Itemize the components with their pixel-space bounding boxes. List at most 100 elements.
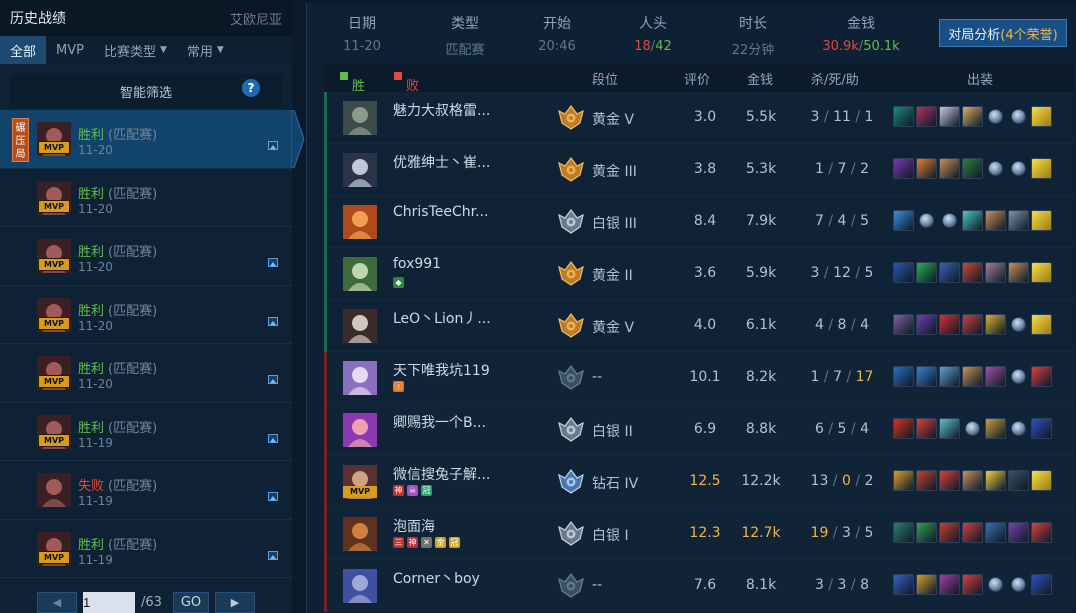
kda-value: 13 / 0 / 2: [792, 473, 892, 489]
match-mode: (匹配赛): [108, 186, 158, 202]
match-item[interactable]: 碾压局 MVP 胜利 (匹配赛) 11-20: [0, 110, 292, 169]
kills-value: 18/42: [625, 39, 681, 54]
player-name[interactable]: 魅力大叔格雷...: [393, 100, 490, 120]
match-result: 失败 (匹配赛): [78, 475, 157, 494]
item-icon: [893, 158, 914, 179]
trinket-icon: [1011, 577, 1026, 592]
honor-badge-icon: 冠: [421, 485, 432, 496]
player-row[interactable]: 魅力大叔格雷... 黄金 V 3.0 5.5k 3 / 11 / 1: [324, 92, 1074, 144]
rank-label: 白银 II: [592, 424, 633, 440]
next-page-button[interactable]: ▶: [215, 592, 255, 613]
rating-value: 10.1: [689, 369, 721, 385]
champion-avatar: [343, 101, 377, 135]
kda-a: 5: [860, 213, 869, 229]
smart-filter-label: 智能筛选: [119, 85, 172, 101]
player-row[interactable]: 优雅绅士丶崔... 黄金 III 3.8 5.3k 1 / 7 / 2: [324, 144, 1074, 196]
player-name[interactable]: LeO丶Lion丿...: [393, 308, 491, 328]
player-row[interactable]: Corner丶boy -- 7.6 8.1k 3 / 3 / 8: [324, 560, 1074, 612]
player-row[interactable]: 天下唯我坑119 ⓢ -- 10.1 8.2k 1 / 7 / 17: [324, 352, 1074, 404]
history-panel: 历史战绩 艾欧尼亚 全部 MVP 比赛类型 ▼ 常用 ▼ 智能筛选 ? 碾压局 MVP 胜利(…: [0, 0, 292, 613]
match-result: 胜利 (匹配赛): [78, 241, 157, 260]
item-icon: [1031, 522, 1052, 543]
honor-badge-icon: 神: [393, 485, 404, 496]
match-item[interactable]: MVP 胜利 (匹配赛) 11-20: [0, 344, 292, 403]
player-name[interactable]: 天下唯我坑119: [393, 360, 490, 380]
player-name[interactable]: 优雅绅士丶崔...: [393, 152, 490, 172]
player-row[interactable]: MVP 微信搜兔子解... 神 ☠ 冠 钻石 IV 12.5 12.2k 13 / 0 / 2: [324, 456, 1074, 508]
page-input[interactable]: [83, 592, 135, 613]
honor-badge-icon: 三: [393, 537, 404, 548]
player-row[interactable]: LeO丶Lion丿... 黄金 V 4.0 6.1k 4 / 8 / 4: [324, 300, 1074, 352]
player-row[interactable]: 卿赐我一个B... 白银 II 6.9 8.8k 6 / 5 / 4: [324, 404, 1074, 456]
item-icon: [939, 314, 960, 335]
rank-emblem-icon: [557, 311, 585, 339]
screenshot-icon[interactable]: [268, 316, 278, 326]
match-item[interactable]: 失败 (匹配赛) 11-19: [0, 461, 292, 520]
item-icon: [939, 418, 960, 439]
result-label: 胜利: [78, 362, 105, 377]
ward-icon: [1031, 262, 1052, 283]
champion-avatar: [343, 257, 377, 291]
gold-value: 8.8k: [745, 421, 777, 437]
filter-tab-0[interactable]: 全部: [0, 36, 47, 64]
rating-value: 8.4: [693, 213, 717, 229]
go-button[interactable]: GO: [173, 592, 209, 613]
items-slots: [893, 314, 1052, 335]
screenshot-icon[interactable]: [268, 258, 278, 267]
kda-separator: /: [846, 317, 861, 333]
date-value: 11-20: [343, 39, 381, 54]
screenshot-icon[interactable]: [268, 375, 278, 384]
match-item[interactable]: MVP 胜利 (匹配赛) 11-19: [0, 520, 292, 578]
item-icon: [939, 106, 960, 127]
match-result: 胜利 (匹配赛): [78, 534, 157, 553]
player-row[interactable]: ChrisTeeChr... 白银 III 8.4 7.9k 7 / 4 / 5: [324, 196, 1074, 248]
item-icon: [962, 314, 983, 335]
player-name[interactable]: 泡面海: [393, 516, 435, 536]
filter-tab-1[interactable]: MVP: [46, 36, 94, 64]
screenshot-icon[interactable]: [268, 550, 278, 560]
screenshot-icon[interactable]: [268, 492, 278, 501]
player-name[interactable]: ChrisTeeChr...: [393, 204, 488, 220]
item-icon: [939, 470, 960, 491]
player-name[interactable]: fox991: [393, 256, 441, 272]
player-name[interactable]: 卿赐我一个B...: [393, 412, 486, 432]
match-analysis-button[interactable]: 对局分析 (4个荣誉): [939, 19, 1067, 47]
rank-emblem-icon: [557, 415, 585, 443]
kda-k: 6: [814, 421, 824, 437]
player-row[interactable]: 泡面海三神 ✕ 金冠 白银 I 12.3 12.7k 19 / 3 / 5: [324, 508, 1074, 560]
match-result: 胜利 (匹配赛): [78, 358, 157, 377]
kda-d: 0: [841, 473, 851, 489]
screenshot-icon[interactable]: [268, 433, 278, 443]
rank-emblem-icon: [557, 259, 585, 287]
prev-page-button[interactable]: ◀: [37, 592, 77, 613]
match-item[interactable]: MVP 胜利 (匹配赛) 11-20: [0, 286, 292, 344]
rating-value: 12.3: [689, 525, 721, 541]
server-name: 艾欧尼亚: [229, 12, 282, 28]
kda-d: 12: [833, 265, 851, 281]
gold-value: 5.3k: [745, 161, 777, 177]
screenshot-icon[interactable]: [268, 141, 278, 150]
rating-value: 7.6: [693, 577, 717, 593]
kda-a: 4: [860, 317, 869, 333]
player-name[interactable]: Corner丶boy: [393, 568, 480, 588]
items-slots: [893, 106, 1052, 127]
help-icon[interactable]: ?: [242, 79, 260, 97]
player-row[interactable]: fox991 ◆ 黄金 II 3.6 5.9k 3 / 12 / 5: [324, 248, 1074, 300]
match-date: 11-19: [78, 494, 113, 508]
player-name[interactable]: 微信搜兔子解...: [393, 464, 490, 484]
filter-tab-label: 全部: [10, 44, 37, 60]
match-item[interactable]: MVP 胜利 (匹配赛) 11-20: [0, 169, 292, 227]
kda-d: 11: [833, 109, 851, 125]
filter-tab-2[interactable]: 比赛类型 ▼: [94, 36, 177, 64]
rank-label: 钻石 IV: [592, 476, 639, 492]
match-item[interactable]: MVP 胜利 (匹配赛) 11-19: [0, 403, 292, 461]
champion-avatar: [343, 569, 377, 603]
filter-tab-3[interactable]: 常用 ▼: [177, 36, 234, 64]
smart-filter-bar[interactable]: 智能筛选 ?: [10, 74, 282, 108]
item-icon: [916, 314, 937, 335]
ward-icon: [1031, 470, 1052, 491]
side-bar: [324, 144, 327, 196]
kda-value: 7 / 4 / 5: [792, 213, 892, 229]
match-item[interactable]: MVP 胜利 (匹配赛) 11-20: [0, 227, 292, 286]
win-legend: 胜方: [340, 69, 365, 113]
